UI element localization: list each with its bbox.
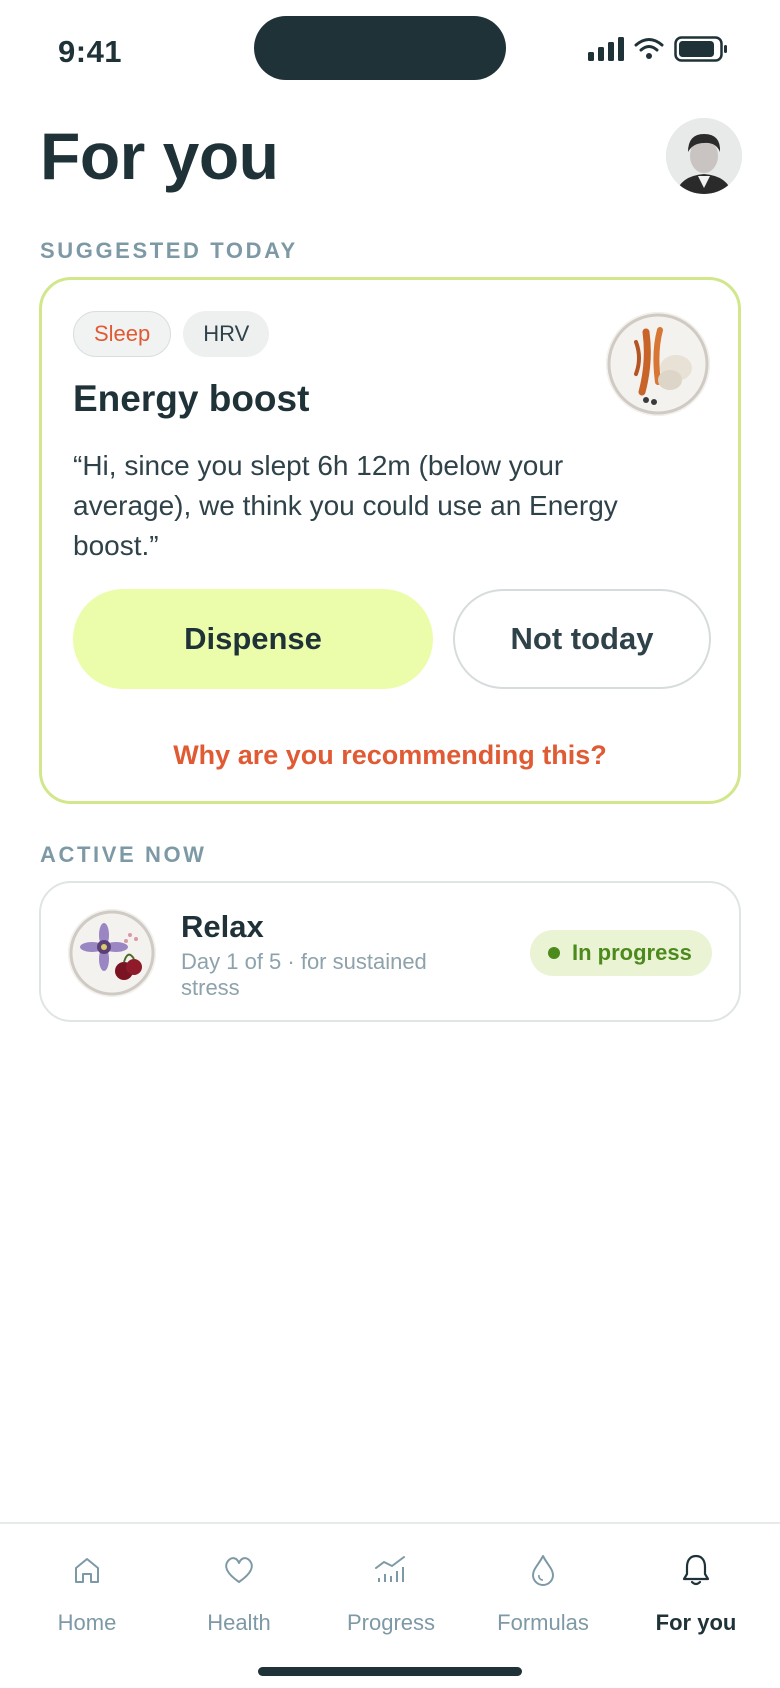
status-time: 9:41: [58, 34, 123, 69]
status-dot-icon: [548, 947, 560, 959]
energy-formula-image: [606, 312, 710, 416]
not-today-button[interactable]: Not today: [453, 589, 711, 689]
status-icons: [588, 36, 728, 62]
tab-label-formulas: Formulas: [497, 1610, 589, 1635]
wifi-icon: [634, 38, 664, 59]
section-label-active: ACTIVE NOW: [40, 842, 207, 867]
heart-icon: [221, 1552, 257, 1588]
suggestion-message: “Hi, since you slept 6h 12m (below your …: [73, 450, 618, 561]
tag-list: Sleep HRV: [73, 311, 270, 357]
tab-for-you[interactable]: For you: [626, 1552, 766, 1642]
avatar[interactable]: [666, 118, 742, 194]
tab-home[interactable]: Home: [17, 1552, 157, 1642]
dynamic-island: [254, 16, 506, 80]
tab-health[interactable]: Health: [169, 1552, 309, 1642]
status-bar: 9:41: [0, 0, 780, 100]
tag-hrv: HRV: [183, 311, 270, 357]
section-label-suggested: SUGGESTED TODAY: [40, 238, 298, 263]
active-formula-subtitle: Day 1 of 5 · for sustained stress: [181, 949, 427, 1000]
avatar-portrait-icon: [666, 118, 742, 194]
bell-icon: [678, 1552, 714, 1588]
signal-icon: [588, 37, 624, 61]
active-formula-card[interactable]: Relax Day 1 of 5 · for sustained stress …: [39, 881, 741, 1022]
status-badge-label: In progress: [572, 940, 692, 965]
relax-formula-image: [68, 909, 156, 997]
status-badge: In progress: [530, 930, 712, 976]
page-title: For you: [40, 119, 279, 193]
home-icon: [69, 1552, 105, 1588]
tab-label-home: Home: [57, 1610, 117, 1635]
chart-icon: [373, 1552, 409, 1588]
tab-bar: Home Health Progress Formulas For you: [0, 1522, 780, 1688]
dispense-button[interactable]: Dispense: [73, 589, 433, 689]
battery-icon: [674, 36, 727, 62]
tab-formulas[interactable]: Formulas: [473, 1552, 613, 1642]
tab-label-progress: Progress: [346, 1610, 436, 1635]
why-recommend-link[interactable]: Why are you recommending this?: [42, 740, 738, 771]
tab-progress[interactable]: Progress: [321, 1552, 461, 1642]
tab-label-for-you: For you: [655, 1610, 737, 1635]
drop-icon: [525, 1552, 561, 1588]
tab-label-health: Health: [207, 1610, 271, 1635]
suggestion-card: Sleep HRV Energy boost “Hi, since you sl…: [39, 277, 741, 804]
tag-sleep: Sleep: [73, 311, 172, 357]
home-indicator[interactable]: [258, 1667, 522, 1676]
active-formula-title: Relax: [181, 909, 264, 944]
suggestion-title: Energy boost: [73, 378, 310, 419]
